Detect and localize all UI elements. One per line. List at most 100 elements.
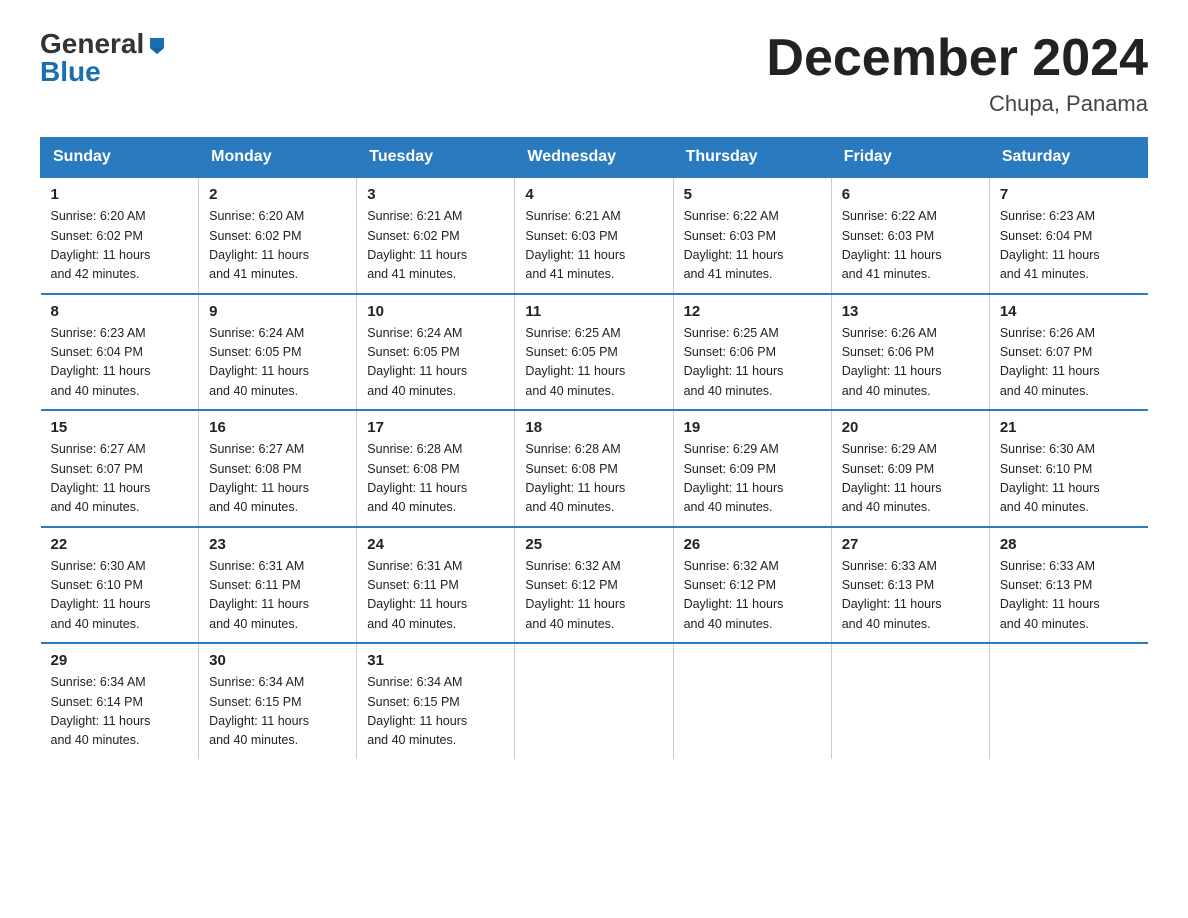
day-number: 27 [842, 536, 979, 553]
day-info: Sunrise: 6:34 AMSunset: 6:15 PMDaylight:… [209, 673, 346, 751]
calendar-cell-w2-d5: 12 Sunrise: 6:25 AMSunset: 6:06 PMDaylig… [673, 294, 831, 411]
calendar-cell-w3-d6: 20 Sunrise: 6:29 AMSunset: 6:09 PMDaylig… [831, 410, 989, 527]
day-info: Sunrise: 6:26 AMSunset: 6:06 PMDaylight:… [842, 324, 979, 402]
day-number: 29 [51, 652, 189, 669]
calendar-cell-w2-d3: 10 Sunrise: 6:24 AMSunset: 6:05 PMDaylig… [357, 294, 515, 411]
calendar-cell-w4-d3: 24 Sunrise: 6:31 AMSunset: 6:11 PMDaylig… [357, 527, 515, 644]
calendar-cell-w4-d1: 22 Sunrise: 6:30 AMSunset: 6:10 PMDaylig… [41, 527, 199, 644]
day-number: 5 [684, 186, 821, 203]
location-text: Chupa, Panama [766, 91, 1148, 117]
calendar-cell-w1-d5: 5 Sunrise: 6:22 AMSunset: 6:03 PMDayligh… [673, 177, 831, 294]
day-number: 17 [367, 419, 504, 436]
day-number: 18 [525, 419, 662, 436]
calendar-cell-w4-d4: 25 Sunrise: 6:32 AMSunset: 6:12 PMDaylig… [515, 527, 673, 644]
calendar-week-2: 8 Sunrise: 6:23 AMSunset: 6:04 PMDayligh… [41, 294, 1148, 411]
calendar-cell-w1-d4: 4 Sunrise: 6:21 AMSunset: 6:03 PMDayligh… [515, 177, 673, 294]
day-info: Sunrise: 6:21 AMSunset: 6:02 PMDaylight:… [367, 207, 504, 285]
calendar-cell-w4-d5: 26 Sunrise: 6:32 AMSunset: 6:12 PMDaylig… [673, 527, 831, 644]
day-number: 9 [209, 303, 346, 320]
day-number: 23 [209, 536, 346, 553]
calendar-cell-w3-d1: 15 Sunrise: 6:27 AMSunset: 6:07 PMDaylig… [41, 410, 199, 527]
calendar-cell-w5-d6 [831, 643, 989, 759]
day-number: 1 [51, 186, 189, 203]
day-info: Sunrise: 6:34 AMSunset: 6:14 PMDaylight:… [51, 673, 189, 751]
day-info: Sunrise: 6:34 AMSunset: 6:15 PMDaylight:… [367, 673, 504, 751]
calendar-cell-w2-d1: 8 Sunrise: 6:23 AMSunset: 6:04 PMDayligh… [41, 294, 199, 411]
day-info: Sunrise: 6:24 AMSunset: 6:05 PMDaylight:… [367, 324, 504, 402]
header-wednesday: Wednesday [515, 138, 673, 178]
day-info: Sunrise: 6:22 AMSunset: 6:03 PMDaylight:… [684, 207, 821, 285]
title-section: December 2024 Chupa, Panama [766, 30, 1148, 117]
header-row: Sunday Monday Tuesday Wednesday Thursday… [41, 138, 1148, 178]
day-info: Sunrise: 6:32 AMSunset: 6:12 PMDaylight:… [525, 557, 662, 635]
header-sunday: Sunday [41, 138, 199, 178]
header-thursday: Thursday [673, 138, 831, 178]
day-info: Sunrise: 6:32 AMSunset: 6:12 PMDaylight:… [684, 557, 821, 635]
calendar-cell-w1-d6: 6 Sunrise: 6:22 AMSunset: 6:03 PMDayligh… [831, 177, 989, 294]
calendar-cell-w3-d4: 18 Sunrise: 6:28 AMSunset: 6:08 PMDaylig… [515, 410, 673, 527]
day-info: Sunrise: 6:25 AMSunset: 6:06 PMDaylight:… [684, 324, 821, 402]
calendar-cell-w1-d2: 2 Sunrise: 6:20 AMSunset: 6:02 PMDayligh… [199, 177, 357, 294]
calendar-cell-w1-d7: 7 Sunrise: 6:23 AMSunset: 6:04 PMDayligh… [989, 177, 1147, 294]
day-number: 13 [842, 303, 979, 320]
header-saturday: Saturday [989, 138, 1147, 178]
calendar-week-3: 15 Sunrise: 6:27 AMSunset: 6:07 PMDaylig… [41, 410, 1148, 527]
day-info: Sunrise: 6:20 AMSunset: 6:02 PMDaylight:… [209, 207, 346, 285]
day-number: 8 [51, 303, 189, 320]
day-number: 26 [684, 536, 821, 553]
calendar-cell-w4-d2: 23 Sunrise: 6:31 AMSunset: 6:11 PMDaylig… [199, 527, 357, 644]
day-info: Sunrise: 6:20 AMSunset: 6:02 PMDaylight:… [51, 207, 189, 285]
calendar-cell-w5-d1: 29 Sunrise: 6:34 AMSunset: 6:14 PMDaylig… [41, 643, 199, 759]
calendar-header: Sunday Monday Tuesday Wednesday Thursday… [41, 138, 1148, 178]
month-title: December 2024 [766, 30, 1148, 87]
calendar-cell-w3-d2: 16 Sunrise: 6:27 AMSunset: 6:08 PMDaylig… [199, 410, 357, 527]
day-info: Sunrise: 6:24 AMSunset: 6:05 PMDaylight:… [209, 324, 346, 402]
day-number: 6 [842, 186, 979, 203]
logo-blue-text: Blue [40, 58, 101, 86]
logo-arrow-icon [146, 34, 168, 56]
day-number: 12 [684, 303, 821, 320]
calendar-cell-w5-d5 [673, 643, 831, 759]
day-number: 22 [51, 536, 189, 553]
calendar-cell-w5-d3: 31 Sunrise: 6:34 AMSunset: 6:15 PMDaylig… [357, 643, 515, 759]
logo-general-text: General [40, 30, 144, 58]
logo: General Blue [40, 30, 168, 86]
calendar-week-1: 1 Sunrise: 6:20 AMSunset: 6:02 PMDayligh… [41, 177, 1148, 294]
day-number: 24 [367, 536, 504, 553]
day-number: 20 [842, 419, 979, 436]
day-number: 14 [1000, 303, 1138, 320]
day-info: Sunrise: 6:23 AMSunset: 6:04 PMDaylight:… [51, 324, 189, 402]
calendar-cell-w1-d3: 3 Sunrise: 6:21 AMSunset: 6:02 PMDayligh… [357, 177, 515, 294]
calendar-body: 1 Sunrise: 6:20 AMSunset: 6:02 PMDayligh… [41, 177, 1148, 759]
day-info: Sunrise: 6:21 AMSunset: 6:03 PMDaylight:… [525, 207, 662, 285]
day-info: Sunrise: 6:25 AMSunset: 6:05 PMDaylight:… [525, 324, 662, 402]
calendar-cell-w3-d3: 17 Sunrise: 6:28 AMSunset: 6:08 PMDaylig… [357, 410, 515, 527]
day-number: 30 [209, 652, 346, 669]
calendar-cell-w5-d4 [515, 643, 673, 759]
day-info: Sunrise: 6:33 AMSunset: 6:13 PMDaylight:… [842, 557, 979, 635]
calendar-cell-w4-d7: 28 Sunrise: 6:33 AMSunset: 6:13 PMDaylig… [989, 527, 1147, 644]
calendar-cell-w3-d7: 21 Sunrise: 6:30 AMSunset: 6:10 PMDaylig… [989, 410, 1147, 527]
calendar-cell-w2-d7: 14 Sunrise: 6:26 AMSunset: 6:07 PMDaylig… [989, 294, 1147, 411]
calendar-week-4: 22 Sunrise: 6:30 AMSunset: 6:10 PMDaylig… [41, 527, 1148, 644]
day-number: 3 [367, 186, 504, 203]
day-number: 16 [209, 419, 346, 436]
day-info: Sunrise: 6:29 AMSunset: 6:09 PMDaylight:… [842, 440, 979, 518]
day-info: Sunrise: 6:23 AMSunset: 6:04 PMDaylight:… [1000, 207, 1138, 285]
day-number: 7 [1000, 186, 1138, 203]
day-number: 31 [367, 652, 504, 669]
day-info: Sunrise: 6:26 AMSunset: 6:07 PMDaylight:… [1000, 324, 1138, 402]
day-info: Sunrise: 6:31 AMSunset: 6:11 PMDaylight:… [209, 557, 346, 635]
day-info: Sunrise: 6:30 AMSunset: 6:10 PMDaylight:… [1000, 440, 1138, 518]
day-info: Sunrise: 6:29 AMSunset: 6:09 PMDaylight:… [684, 440, 821, 518]
day-info: Sunrise: 6:30 AMSunset: 6:10 PMDaylight:… [51, 557, 189, 635]
calendar-cell-w2-d6: 13 Sunrise: 6:26 AMSunset: 6:06 PMDaylig… [831, 294, 989, 411]
calendar-week-5: 29 Sunrise: 6:34 AMSunset: 6:14 PMDaylig… [41, 643, 1148, 759]
header-monday: Monday [199, 138, 357, 178]
header-tuesday: Tuesday [357, 138, 515, 178]
calendar-cell-w4-d6: 27 Sunrise: 6:33 AMSunset: 6:13 PMDaylig… [831, 527, 989, 644]
day-number: 21 [1000, 419, 1138, 436]
day-number: 28 [1000, 536, 1138, 553]
day-number: 4 [525, 186, 662, 203]
day-number: 25 [525, 536, 662, 553]
